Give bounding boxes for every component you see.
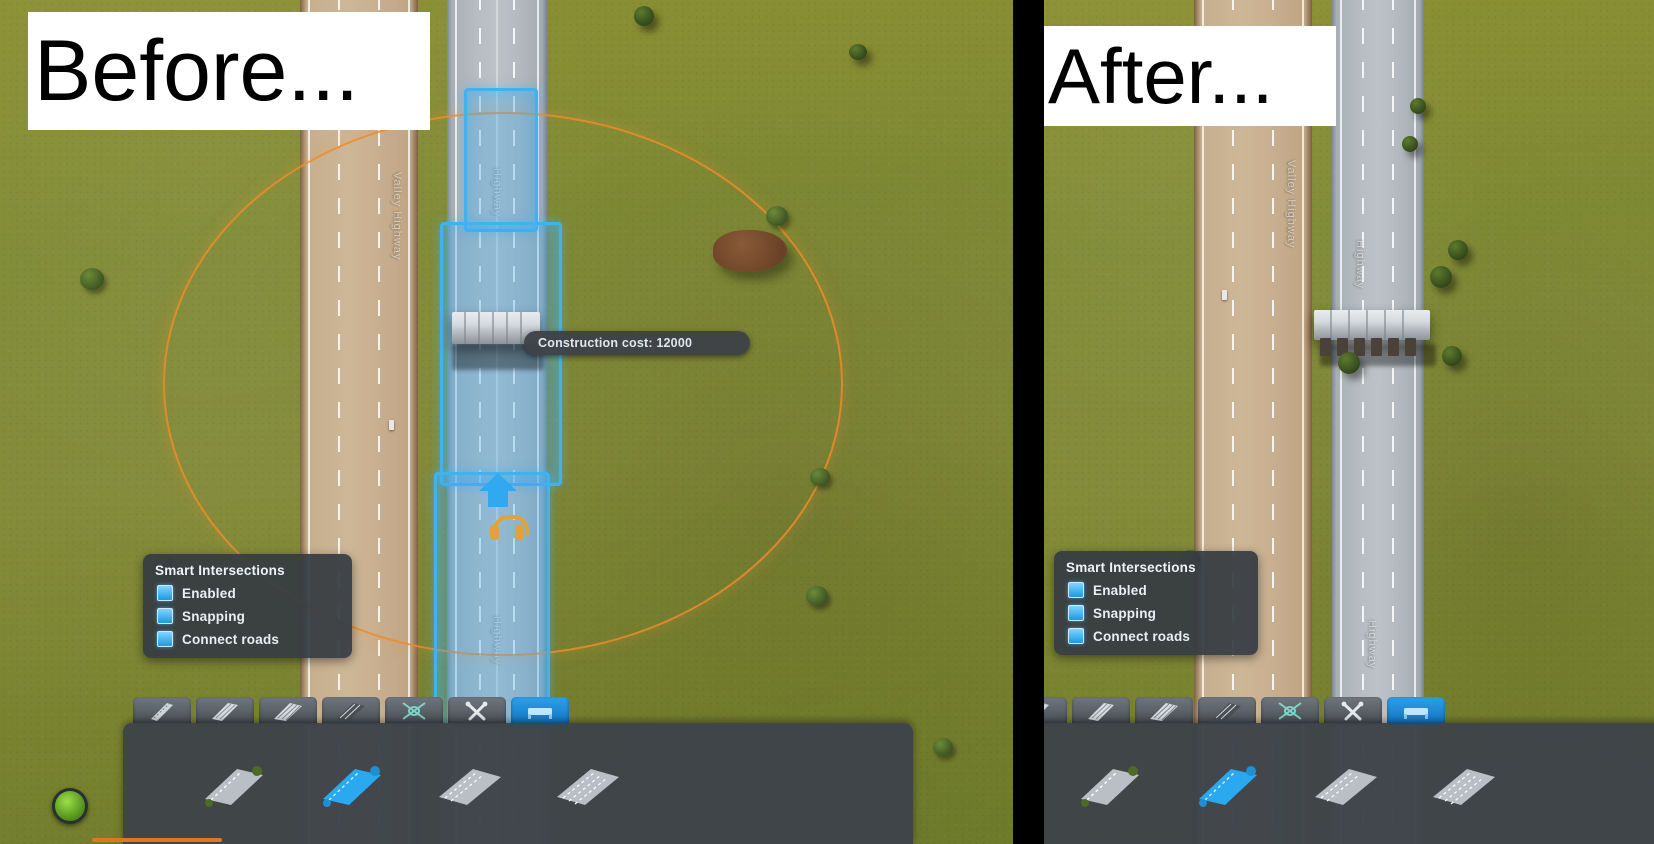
bridge-deck [1314,310,1430,340]
tab-bridges[interactable] [1387,697,1445,725]
option-label-snapping: Snapping [182,608,246,624]
screenshot-root: Valley Highway Highway Highway Construct… [0,0,1654,844]
selection-highlight-bottom [434,472,550,728]
caption-before: Before... [28,12,430,130]
asset-overpass-4[interactable] [1425,756,1503,812]
checkbox-enabled[interactable] [157,585,173,601]
road-category-tabbar[interactable] [1044,697,1445,725]
bridge-piers [1320,338,1416,356]
headphones-icon [490,515,529,541]
bush [80,268,104,290]
tree [849,44,867,60]
vehicle [1222,290,1227,300]
tree [1448,240,1468,260]
info-views-button[interactable] [52,788,88,824]
checkbox-snapping[interactable] [157,608,173,624]
tab-bridges[interactable] [511,697,569,725]
tab-large-roads[interactable] [259,697,317,725]
smart-intersections-panel: Smart Intersections Enabled Snapping Con… [1054,551,1258,655]
progress-bar [92,838,222,842]
option-label-connect-roads: Connect roads [182,631,280,647]
pane-divider [1013,0,1044,844]
vehicle [389,420,394,430]
road-category-tabbar[interactable] [133,697,569,725]
option-row-enabled[interactable]: Enabled [157,585,338,601]
option-row-enabled[interactable]: Enabled [1068,582,1244,598]
asset-overpass-2[interactable] [1189,756,1267,812]
panel-title: Smart Intersections [155,563,285,578]
option-row-connect-roads[interactable]: Connect roads [1068,628,1244,644]
option-label-snapping: Snapping [1093,605,1157,621]
caption-after: After... [1044,26,1336,126]
construction-cost-tooltip: Construction cost: 12000 [524,331,750,355]
tab-highways[interactable] [322,697,380,725]
tab-medium-roads[interactable] [196,697,254,725]
bush [766,206,788,226]
option-row-snapping[interactable]: Snapping [1068,605,1244,621]
tab-maintenance[interactable] [448,697,506,725]
option-label-enabled: Enabled [182,585,236,601]
asset-overpass-2[interactable] [313,756,391,812]
option-row-connect-roads[interactable]: Connect roads [157,631,338,647]
option-label-enabled: Enabled [1093,582,1147,598]
asset-panel[interactable] [123,723,913,844]
option-row-snapping[interactable]: Snapping [157,608,338,624]
tab-small-roads[interactable] [1044,697,1067,725]
checkbox-connect-roads[interactable] [157,631,173,647]
asset-overpass-3[interactable] [431,756,509,812]
checkbox-snapping[interactable] [1068,605,1084,621]
asset-panel[interactable] [1044,723,1654,844]
tab-highways[interactable] [1198,697,1256,725]
asset-overpass-1[interactable] [195,756,273,812]
asset-overpass-1[interactable] [1071,756,1149,812]
tree [1430,266,1452,288]
tree [1410,98,1426,114]
bush [810,468,830,486]
tab-maintenance[interactable] [1324,697,1382,725]
tab-intersections[interactable] [1261,697,1319,725]
smart-intersections-panel: Smart Intersections Enabled Snapping Con… [143,554,352,658]
tab-small-roads[interactable] [133,697,191,725]
asset-overpass-4[interactable] [549,756,627,812]
bush [933,738,953,756]
tree [1442,346,1462,366]
tab-large-roads[interactable] [1135,697,1193,725]
asset-overpass-3[interactable] [1307,756,1385,812]
tree [634,6,654,26]
bush [806,586,828,606]
tab-intersections[interactable] [385,697,443,725]
selection-highlight-top [464,88,538,232]
option-label-connect-roads: Connect roads [1093,628,1191,644]
tab-medium-roads[interactable] [1072,697,1130,725]
tree [1338,352,1360,374]
checkbox-enabled[interactable] [1068,582,1084,598]
tree [1402,136,1418,152]
panel-title: Smart Intersections [1066,560,1196,575]
checkbox-connect-roads[interactable] [1068,628,1084,644]
after-pane: Valley Highway Highway Highway Smart Int… [1044,0,1654,844]
